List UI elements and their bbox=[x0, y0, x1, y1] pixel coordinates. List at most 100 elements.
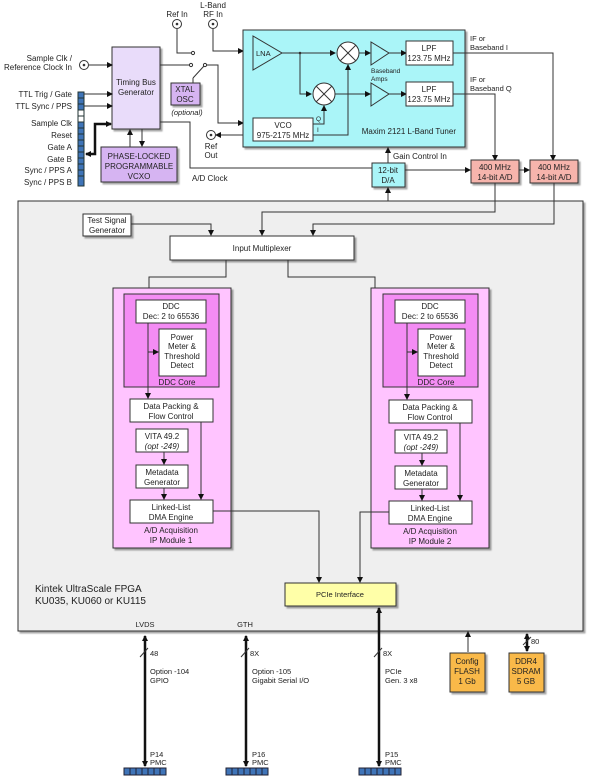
mux-label: Input Multiplexer bbox=[233, 244, 292, 253]
sample-clk-in-label-1: Sample Clk / bbox=[27, 54, 73, 63]
m2-ddc-2: Dec: 2 to 65536 bbox=[402, 312, 459, 321]
vcxo-label-1: PHASE-LOCKED bbox=[108, 152, 171, 161]
pcie-gen-1: PCIe bbox=[385, 667, 402, 676]
switch-contact bbox=[190, 50, 196, 56]
pcie-width: 8X bbox=[383, 649, 392, 658]
gain-control-label: Gain Control In bbox=[393, 152, 447, 161]
m1-ddc-1: DDC bbox=[162, 302, 180, 311]
m1-dma-1: Linked-List bbox=[152, 503, 191, 512]
out-i-label-1: IF or bbox=[470, 34, 486, 43]
lvds-opt-2: GPIO bbox=[150, 676, 169, 685]
m2-core: DDC Core bbox=[418, 378, 455, 387]
m1-pm-4: Detect bbox=[170, 361, 194, 370]
pin-label: TTL Trig / Gate bbox=[19, 90, 73, 99]
p15-label-2: PMC bbox=[385, 758, 402, 767]
pin-label: TTL Sync / PPS bbox=[15, 102, 72, 111]
p14-label-2: PMC bbox=[150, 758, 167, 767]
gth-label: GTH bbox=[237, 620, 253, 629]
lpf-i-label-1: LPF bbox=[422, 44, 437, 53]
switch-arm bbox=[192, 65, 205, 79]
wire bbox=[176, 29, 192, 54]
m1-pm-2: Meter & bbox=[168, 342, 197, 351]
mixer-q-icon bbox=[312, 82, 336, 106]
p16-label-2: PMC bbox=[252, 758, 269, 767]
lband-label-2: RF In bbox=[203, 10, 223, 19]
ref-in-connector-dot bbox=[175, 22, 179, 26]
switch-contact bbox=[202, 62, 208, 68]
bb-amps-label-2: Amps bbox=[371, 76, 388, 83]
lvds-width: 48 bbox=[150, 649, 158, 658]
lpf-q-label-1: LPF bbox=[422, 85, 437, 94]
m1-meta-2: Generator bbox=[144, 478, 180, 487]
m2-pm-3: Threshold bbox=[423, 352, 459, 361]
mixer-i-icon bbox=[336, 41, 360, 65]
m2-vita-1: VITA 49.2 bbox=[404, 433, 439, 442]
m2-pm-1: Power bbox=[430, 333, 453, 342]
pcie-gen-2: Gen. 3 x8 bbox=[385, 676, 418, 685]
pin-label: Sync / PPS B bbox=[24, 178, 72, 187]
vcxo-label-3: VCXO bbox=[128, 172, 151, 181]
flash-label-1: Config bbox=[455, 657, 478, 666]
out-i-label-2: Baseband I bbox=[470, 43, 508, 52]
pcie-label: PCIe Interface bbox=[316, 590, 364, 599]
ddr-width: 80 bbox=[531, 637, 539, 646]
lvds-label: LVDS bbox=[135, 620, 154, 629]
tbg-label-1: Timing Bus bbox=[116, 78, 156, 87]
m1-name-2: IP Module 1 bbox=[150, 536, 193, 545]
pin-label: Gate A bbox=[48, 143, 73, 152]
adc-1-label-2: 14-bit A/D bbox=[477, 173, 512, 182]
m2-dp-1: Data Packing & bbox=[402, 403, 458, 412]
ad-clock-label: A/D Clock bbox=[192, 174, 229, 183]
i-label: I bbox=[317, 127, 319, 134]
gth-width: 8X bbox=[250, 649, 259, 658]
ddr-label-2: SDRAM bbox=[512, 667, 541, 676]
dac-label-2: D/A bbox=[381, 176, 395, 185]
tbg-label-2: Generator bbox=[118, 88, 154, 97]
timing-connector-strip[interactable] bbox=[77, 91, 85, 187]
wire bbox=[207, 64, 244, 126]
pin-label: Sync / PPS A bbox=[24, 166, 72, 175]
m1-meta-1: Metadata bbox=[145, 468, 179, 477]
pin-label: Sample Clk bbox=[31, 119, 73, 128]
bb-amps-label-1: Baseband bbox=[371, 68, 401, 75]
ref-in-label: Ref In bbox=[166, 10, 187, 19]
adc-1-label-1: 400 MHz bbox=[479, 163, 511, 172]
ref-out-connector-dot bbox=[209, 133, 213, 137]
ref-out-label-2: Out bbox=[205, 151, 219, 160]
out-q-label-2: Baseband Q bbox=[470, 84, 512, 93]
lpf-i-label-2: 123.75 MHz bbox=[407, 54, 450, 63]
vco-label-1: VCO bbox=[274, 121, 291, 130]
flash-label-3: 1 Gb bbox=[458, 677, 476, 686]
xtal-label-1: XTAL bbox=[175, 85, 195, 94]
p16-pmc-connector[interactable] bbox=[225, 767, 269, 776]
tsg-label-2: Generator bbox=[89, 226, 125, 235]
pin-label: Gate B bbox=[47, 155, 72, 164]
m2-meta-2: Generator bbox=[403, 479, 439, 488]
fpga-title: Kintek UltraScale FPGA bbox=[35, 584, 142, 595]
m1-dp-1: Data Packing & bbox=[143, 402, 199, 411]
fpga-region bbox=[17, 200, 584, 632]
m1-dp-2: Flow Control bbox=[149, 412, 194, 421]
m2-pm-4: Detect bbox=[429, 361, 453, 370]
m1-pm-3: Threshold bbox=[164, 352, 200, 361]
p14-pmc-connector[interactable] bbox=[123, 767, 167, 776]
ddr-label-1: DDR4 bbox=[515, 657, 537, 666]
gth-opt-2: Gigabit Serial I/O bbox=[252, 676, 309, 685]
wire bbox=[212, 29, 244, 54]
switch-contact bbox=[188, 62, 194, 68]
m2-ddc-1: DDC bbox=[421, 302, 439, 311]
vcxo-label-2: PROGRAMMABLE bbox=[105, 162, 173, 171]
m2-pm-2: Meter & bbox=[427, 342, 456, 351]
pin-label: Reset bbox=[51, 131, 73, 140]
lpf-q-label-2: 123.75 MHz bbox=[407, 95, 450, 104]
flash-label-2: FLASH bbox=[454, 667, 480, 676]
fpga-models: KU035, KU060 or KU115 bbox=[35, 596, 146, 607]
p15-pmc-connector[interactable] bbox=[358, 767, 402, 776]
ref-out-label-1: Ref bbox=[205, 142, 218, 151]
m1-vita-1: VITA 49.2 bbox=[145, 432, 180, 441]
adc-2-label-1: 400 MHz bbox=[538, 163, 570, 172]
adc-2-label-2: 14-bit A/D bbox=[536, 173, 571, 182]
lvds-opt-1: Option -104 bbox=[150, 667, 189, 676]
gth-opt-1: Option -105 bbox=[252, 667, 291, 676]
sample-clk-connector-dot bbox=[82, 63, 86, 67]
